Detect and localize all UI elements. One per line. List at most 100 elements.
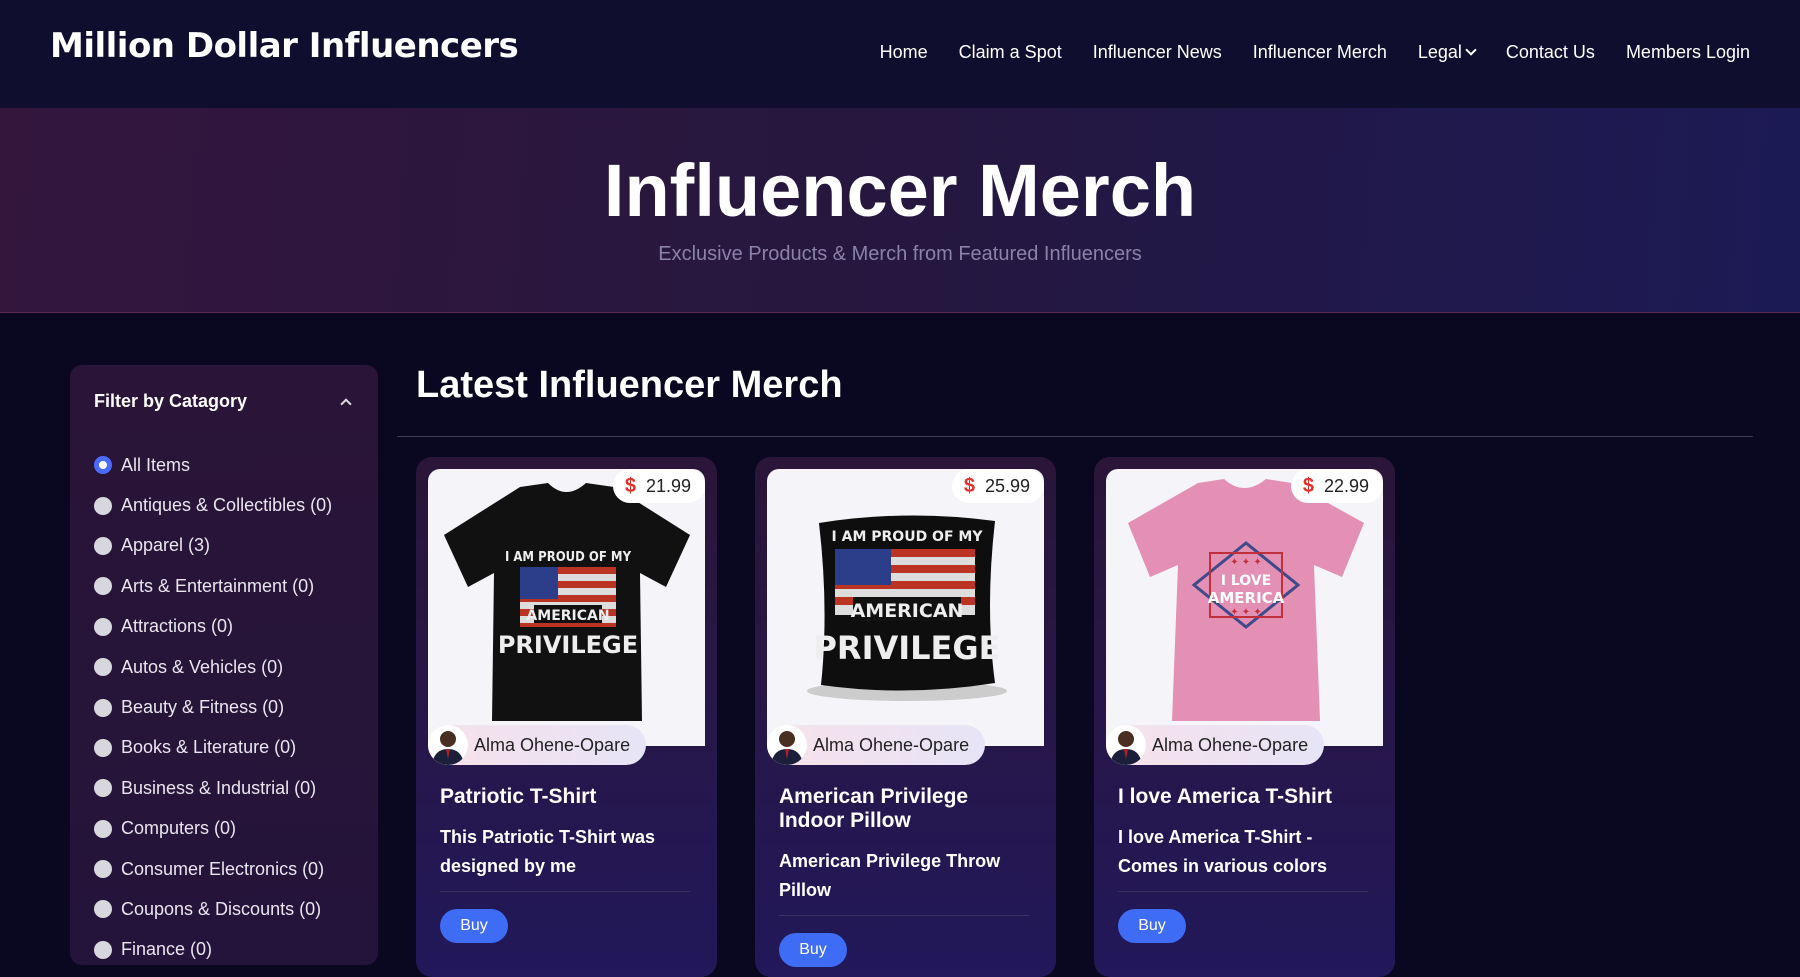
dollar-icon: $ <box>963 474 975 497</box>
category-option[interactable]: Antiques & Collectibles (0) <box>94 485 332 525</box>
filter-header[interactable]: Filter by Catagory <box>94 391 354 412</box>
hero-banner: Influencer Merch Exclusive Products & Me… <box>0 108 1800 313</box>
buy-button[interactable]: Buy <box>440 909 508 943</box>
price-value: 25.99 <box>984 475 1030 496</box>
radio-icon[interactable] <box>94 860 112 879</box>
dollar-icon: $ <box>624 474 636 497</box>
pillow-image: I AM PROUD OF MY AMERICAN PRIVILEGE <box>807 515 1007 701</box>
pillow-print-line-2: AMERICAN <box>851 600 964 622</box>
pillow-print-line-1: I AM PROUD OF MY <box>832 529 984 545</box>
radio-icon[interactable] <box>94 496 112 515</box>
radio-icon[interactable] <box>94 819 112 838</box>
price-value: 21.99 <box>645 475 691 496</box>
product-image[interactable]: I AM PROUD OF MY AMERICAN PRIVILEGE <box>428 469 705 746</box>
category-filter-panel: Filter by Catagory All Items Antiques & … <box>70 365 378 965</box>
category-option[interactable]: Arts & Entertainment (0) <box>94 566 332 606</box>
star-row-icon: ✦ ✦ ✦ <box>1230 557 1262 568</box>
category-label: All Items <box>121 454 191 475</box>
nav-link-legal-label: Legal <box>1417 41 1462 62</box>
category-option[interactable]: All Items <box>94 445 332 485</box>
section-divider <box>397 436 1753 437</box>
category-option[interactable]: Apparel (3) <box>94 526 332 566</box>
avatar <box>767 725 807 765</box>
radio-selected-icon[interactable] <box>94 456 112 475</box>
price-value: 22.99 <box>1323 475 1369 496</box>
radio-icon[interactable] <box>94 617 112 636</box>
product-description: American Privilege Throw Pillow <box>779 851 1001 900</box>
nav-link-influencer-merch[interactable]: Influencer Merch <box>1253 42 1387 63</box>
nav-link-members-login[interactable]: Members Login <box>1626 42 1750 63</box>
shirt-print-line-1: I LOVE <box>1221 573 1271 589</box>
site-logo[interactable]: Million Dollar Influencers <box>50 26 519 66</box>
product-image[interactable]: ✦ ✦ ✦ I LOVE AMERICA ✦ ✦ ✦ <box>1106 469 1383 746</box>
category-option[interactable]: Finance (0) <box>94 930 332 970</box>
category-label: Apparel (3) <box>121 535 211 556</box>
tshirt-pink-image: ✦ ✦ ✦ I LOVE AMERICA ✦ ✦ ✦ <box>1128 479 1364 721</box>
product-description: This Patriotic T-Shirt was designed by m… <box>440 827 656 876</box>
pillow-print-line-3: PRIVILEGE <box>813 629 1000 667</box>
category-option[interactable]: Attractions (0) <box>94 607 332 647</box>
category-label: Books & Literature (0) <box>121 737 297 758</box>
product-image[interactable]: I AM PROUD OF MY AMERICAN PRIVILEGE <box>767 469 1044 746</box>
tshirt-black-image: I AM PROUD OF MY AMERICAN PRIVILEGE <box>444 483 690 721</box>
category-option[interactable]: Business & Industrial (0) <box>94 768 332 808</box>
avatar <box>1106 725 1146 765</box>
price-badge: $ 21.99 <box>612 469 705 503</box>
author-badge[interactable]: Alma Ohene-Opare <box>1106 725 1325 765</box>
radio-icon[interactable] <box>94 658 112 677</box>
shirt-print-line-2: AMERICAN <box>526 608 609 624</box>
nav-link-home[interactable]: Home <box>880 42 928 63</box>
section-title: Latest Influencer Merch <box>416 364 843 406</box>
nav-link-claim-a-spot[interactable]: Claim a Spot <box>959 42 1062 63</box>
product-title[interactable]: I love America T-Shirt <box>1118 785 1368 809</box>
shirt-print-line-3: PRIVILEGE <box>498 631 638 659</box>
radio-icon[interactable] <box>94 577 112 596</box>
product-card[interactable]: I AM PROUD OF MY AMERICAN PRIVILEGE $ 21… <box>416 457 717 977</box>
product-card[interactable]: I AM PROUD OF MY AMERICAN PRIVILEGE $ 25… <box>755 457 1056 977</box>
category-label: Autos & Vehicles (0) <box>121 656 284 677</box>
product-title[interactable]: Patriotic T-Shirt <box>440 785 690 809</box>
nav-menu: Home Claim a Spot Influencer News Influe… <box>880 0 1750 104</box>
avatar <box>428 725 468 765</box>
radio-icon[interactable] <box>94 738 112 757</box>
chevron-down-icon <box>1465 43 1477 56</box>
nav-link-legal[interactable]: Legal <box>1417 41 1477 63</box>
category-option[interactable]: Autos & Vehicles (0) <box>94 647 332 687</box>
radio-icon[interactable] <box>94 536 112 555</box>
category-option[interactable]: Coupons & Discounts (0) <box>94 889 332 929</box>
radio-icon[interactable] <box>94 779 112 798</box>
category-label: Consumer Electronics (0) <box>121 858 325 879</box>
nav-link-contact-us[interactable]: Contact Us <box>1506 42 1595 63</box>
radio-icon[interactable] <box>94 900 112 919</box>
price-badge: $ 22.99 <box>1290 469 1383 503</box>
category-option[interactable]: Beauty & Fitness (0) <box>94 687 332 727</box>
radio-icon[interactable] <box>94 698 112 717</box>
category-list: All Items Antiques & Collectibles (0) Ap… <box>94 445 332 970</box>
page-subtitle: Exclusive Products & Merch from Featured… <box>658 243 1142 265</box>
author-badge[interactable]: Alma Ohene-Opare <box>767 725 986 765</box>
buy-button[interactable]: Buy <box>1118 909 1186 943</box>
author-badge[interactable]: Alma Ohene-Opare <box>428 725 647 765</box>
card-divider <box>1118 891 1368 892</box>
category-label: Business & Industrial (0) <box>121 777 317 798</box>
buy-button[interactable]: Buy <box>779 933 847 967</box>
category-option[interactable]: Computers (0) <box>94 809 332 849</box>
card-divider <box>779 915 1029 916</box>
nav-link-influencer-news[interactable]: Influencer News <box>1093 42 1222 63</box>
dollar-icon: $ <box>1302 474 1314 497</box>
category-label: Coupons & Discounts (0) <box>121 898 322 919</box>
radio-icon[interactable] <box>94 940 112 959</box>
shirt-print-line-2: AMERICA <box>1208 589 1285 607</box>
category-option[interactable]: Books & Literature (0) <box>94 728 332 768</box>
category-label: Attractions (0) <box>121 616 234 637</box>
filter-title: Filter by Catagory <box>94 391 248 411</box>
product-title[interactable]: American Privilege Indoor Pillow <box>779 785 1029 833</box>
author-name: Alma Ohene-Opare <box>1152 734 1309 755</box>
card-divider <box>440 891 690 892</box>
product-card[interactable]: ✦ ✦ ✦ I LOVE AMERICA ✦ ✦ ✦ $ 22.99 Alma … <box>1094 457 1395 977</box>
shirt-print-line-1: I AM PROUD OF MY <box>505 550 632 565</box>
price-badge: $ 25.99 <box>951 469 1044 503</box>
category-label: Antiques & Collectibles (0) <box>121 495 333 516</box>
category-option[interactable]: Consumer Electronics (0) <box>94 849 332 889</box>
chevron-up-icon[interactable] <box>340 398 352 410</box>
